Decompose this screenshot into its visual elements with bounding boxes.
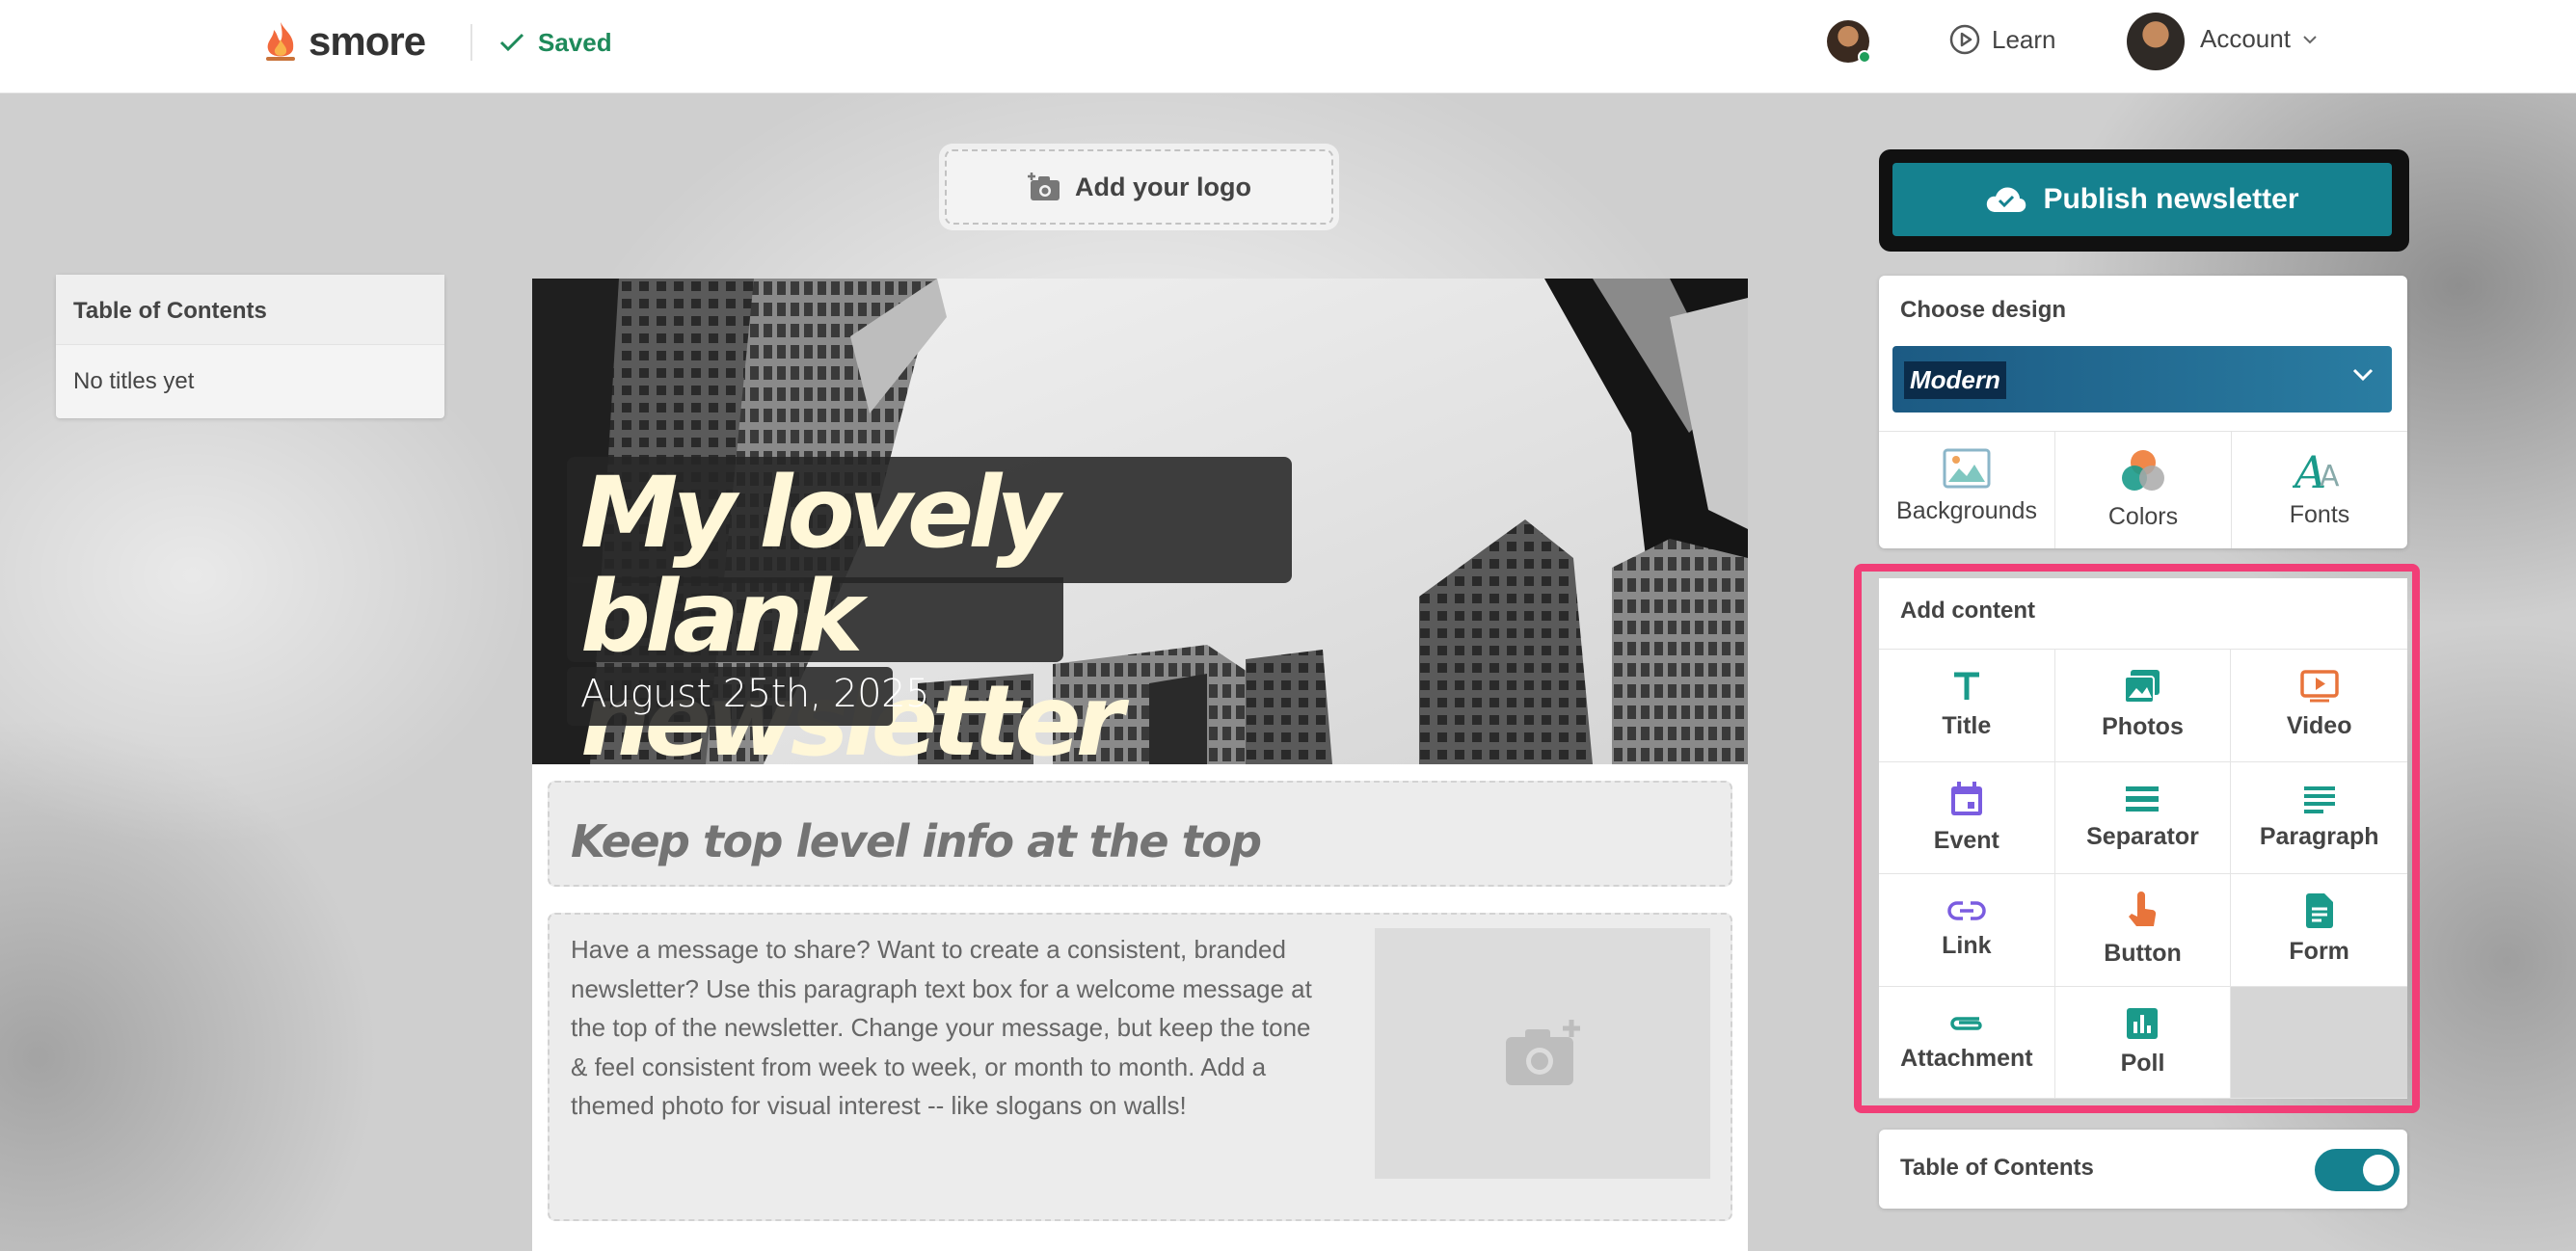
empty-cell [2231,986,2407,1099]
publish-button-frame: Publish newsletter [1879,149,2409,252]
brand-name: smore [309,18,426,64]
design-options: Backgrounds Colors A A Fonts [1879,431,2407,548]
add-video-button[interactable]: Video [2231,650,2407,762]
subtitle-block[interactable]: Keep top level info at the top [548,781,1732,887]
fonts-label: Fonts [2289,501,2350,528]
title-label: Title [1942,712,1992,740]
toc-toggle-panel: Table of Contents [1879,1130,2407,1209]
add-content-title: Add content [1900,598,2035,624]
add-paragraph-button[interactable]: Paragraph [2231,762,2407,874]
paragraph-icon [2303,785,2335,813]
link-icon [1947,901,1986,920]
attachment-icon [1950,1017,1982,1030]
newsletter-date[interactable]: August 25th, 2025 [580,672,929,716]
event-label: Event [1933,826,1999,854]
design-dropdown[interactable]: Modern [1892,346,2392,413]
video-label: Video [2286,712,2352,740]
play-circle-icon [1949,24,1980,55]
design-panel: Choose design Modern Backgrounds Colors … [1879,276,2407,548]
publish-newsletter-button[interactable]: Publish newsletter [1892,163,2392,236]
button-label: Button [2104,940,2182,968]
cloud-check-icon [1987,187,2026,212]
colors-label: Colors [2107,503,2179,530]
add-title-button[interactable]: Title [1879,650,2055,762]
hero-banner[interactable]: My lovely blank newsletter August 25th, … [532,279,1748,764]
account-label: Account [2200,24,2291,53]
flame-icon [266,22,295,61]
add-poll-button[interactable]: Poll [2054,986,2232,1099]
add-form-button[interactable]: Form [2231,874,2407,987]
online-status-dot [1858,50,1871,64]
add-event-button[interactable]: Event [1879,761,2055,874]
brand-logo[interactable]: smore [262,17,426,66]
form-icon [2305,893,2333,929]
fonts-option[interactable]: A A Fonts [2232,432,2407,548]
account-avatar[interactable] [2127,13,2185,70]
poll-icon [2127,1007,2159,1039]
toc-toggle-label: Table of Contents [1900,1155,2094,1181]
add-attachment-button[interactable]: Attachment [1879,986,2055,1099]
camera-plus-icon [1028,173,1060,200]
poll-label: Poll [2120,1049,2165,1077]
image-icon [1943,448,1991,489]
paragraph-text: Have a message to share? Want to create … [571,935,1312,1120]
newsletter-preview: My lovely blank newsletter August 25th, … [532,279,1748,1251]
palette-icon [2122,450,2164,491]
link-label: Link [1942,932,1992,960]
separator-icon [2126,785,2160,812]
save-status: Saved [499,25,612,60]
paragraph-block[interactable]: Have a message to share? Want to create … [548,913,1732,1221]
check-icon [499,33,524,52]
account-menu[interactable]: Account [2200,24,2318,54]
fonts-icon: A A [2293,447,2340,493]
selected-design: Modern [1904,361,2006,399]
toc-empty-message: No titles yet [73,368,195,394]
photo-placeholder[interactable] [1375,928,1710,1179]
publish-label: Publish newsletter [2043,183,2299,215]
button-icon [2129,892,2157,927]
add-photos-button[interactable]: Photos [2054,650,2232,762]
save-status-label: Saved [538,28,612,57]
divider [470,24,472,61]
toc-panel-title: Table of Contents [56,275,444,345]
video-icon [2299,670,2339,703]
add-content-panel: Add content Title Photos Video Event Sep… [1879,578,2407,1099]
event-icon [1950,781,1982,815]
toc-panel: Table of Contents No titles yet [56,275,444,418]
add-link-button[interactable]: Link [1879,874,2055,987]
chevron-down-icon [2303,35,2317,43]
design-panel-title: Choose design [1900,297,2067,323]
camera-plus-icon [1506,1020,1580,1085]
photos-label: Photos [2102,713,2184,741]
subtitle-text: Keep top level info at the top [571,815,1262,867]
attachment-label: Attachment [1900,1044,2033,1072]
colors-option[interactable]: Colors [2055,432,2232,548]
add-logo-button[interactable]: Add your logo [945,149,1333,225]
toggle-knob [2363,1155,2394,1185]
separator-label: Separator [2086,822,2199,850]
top-bar: smore Saved Learn Account [0,0,2576,93]
paragraph-label: Paragraph [2259,822,2379,850]
add-separator-button[interactable]: Separator [2054,761,2232,874]
add-button-button[interactable]: Button [2054,874,2232,987]
content-grid: Title Photos Video Event Separator Parag… [1879,649,2407,1099]
learn-link[interactable]: Learn [1949,24,2056,55]
add-logo-label: Add your logo [1075,172,1251,201]
svg-text:A: A [2320,460,2340,493]
backgrounds-option[interactable]: Backgrounds [1879,432,2055,548]
photos-icon [2124,670,2160,705]
title-icon [1953,672,1979,701]
chevron-down-icon [2352,368,2374,382]
learn-label: Learn [1992,24,2056,54]
form-label: Form [2289,938,2349,966]
toc-toggle-switch[interactable] [2315,1149,2400,1191]
backgrounds-label: Backgrounds [1896,497,2037,524]
